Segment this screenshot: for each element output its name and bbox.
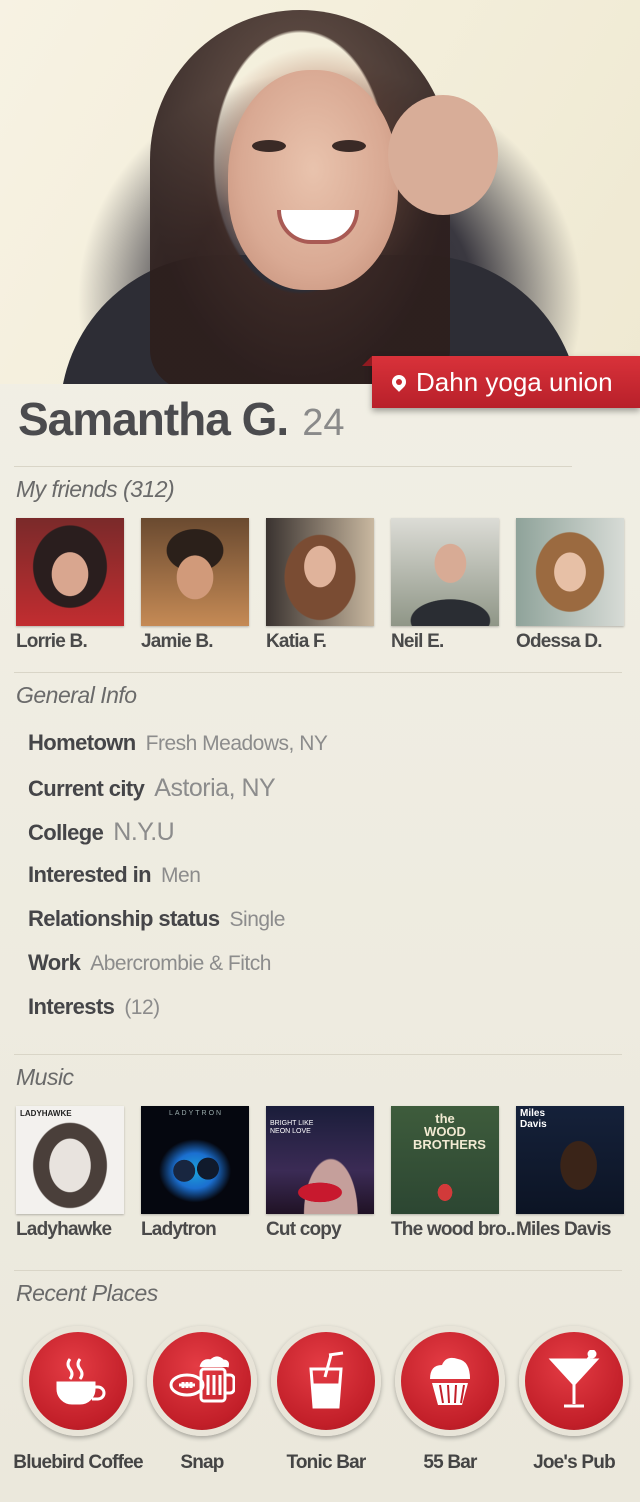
current-place-badge[interactable]: Dahn yoga union xyxy=(362,356,640,408)
beer-football-icon xyxy=(147,1326,257,1436)
info-value: Single xyxy=(229,908,286,931)
divider xyxy=(14,466,572,467)
music-list: LADYHAWKE Ladyhawke LADYTRON Ladytron BR… xyxy=(16,1106,624,1241)
friend-avatar xyxy=(141,518,249,626)
recent-place-name: 55 Bar xyxy=(423,1452,477,1473)
recent-places-list: Bluebird Coffee Snap Tonic Bar 55 Bar Jo… xyxy=(13,1326,636,1474)
info-key: Current city xyxy=(28,776,145,801)
recent-place-name: Joe's Pub xyxy=(533,1452,616,1473)
profile-header: Samantha G. 24 xyxy=(18,392,344,446)
album-cover-text: LADYTRON xyxy=(169,1110,224,1117)
location-pin-icon xyxy=(389,372,409,392)
coffee-cup-icon xyxy=(23,1326,133,1436)
recent-place-item[interactable]: Bluebird Coffee xyxy=(13,1326,144,1474)
profile-name: Samantha G. xyxy=(18,393,289,445)
music-section-title: Music xyxy=(16,1064,74,1090)
music-item[interactable]: BRIGHT LIKE NEON LOVE Cut copy xyxy=(266,1106,374,1241)
recent-place-name: Snap xyxy=(180,1452,224,1473)
music-item[interactable]: LADYHAWKE Ladyhawke xyxy=(16,1106,124,1241)
recent-place-item[interactable]: Joe's Pub xyxy=(512,1326,636,1474)
friend-name: Katia F. xyxy=(266,631,327,652)
divider xyxy=(14,672,622,673)
martini-icon xyxy=(519,1326,629,1436)
info-key: Relationship status xyxy=(28,906,220,931)
friends-section-title[interactable]: My friends (312) xyxy=(16,476,175,503)
current-place-label: Dahn yoga union xyxy=(416,366,613,397)
info-row-hometown: Hometown Fresh Meadows, NY xyxy=(28,730,328,774)
recent-place-item[interactable]: Tonic Bar xyxy=(264,1326,388,1474)
album-cover-text: Miles Davis xyxy=(520,1108,547,1130)
friend-item[interactable]: Katia F. xyxy=(266,518,374,653)
info-key: Hometown xyxy=(28,730,136,755)
friend-item[interactable]: Lorrie B. xyxy=(16,518,124,653)
info-value: Fresh Meadows, NY xyxy=(145,732,328,755)
recent-places-title: Recent Places xyxy=(16,1280,158,1306)
album-cover: Miles Davis xyxy=(516,1106,624,1214)
info-row-work: Work Abercrombie & Fitch xyxy=(28,950,327,994)
music-name: The wood bro.. xyxy=(391,1219,516,1240)
music-name: Ladyhawke xyxy=(16,1219,112,1240)
friends-list: Lorrie B. Jamie B. Katia F. Neil E. Odes… xyxy=(16,518,624,653)
profile-age: 24 xyxy=(302,402,345,444)
album-cover: BRIGHT LIKE NEON LOVE xyxy=(266,1106,374,1214)
info-row-college: College N.Y.U xyxy=(28,818,327,862)
info-value: Astoria, NY xyxy=(154,774,276,802)
friend-name: Odessa D. xyxy=(516,631,603,652)
divider xyxy=(14,1054,622,1055)
info-key: Work xyxy=(28,950,81,975)
friend-avatar xyxy=(16,518,124,626)
info-key: College xyxy=(28,820,104,845)
music-item[interactable]: LADYTRON Ladytron xyxy=(141,1106,249,1241)
recent-place-item[interactable]: Snap xyxy=(140,1326,264,1474)
friend-item[interactable]: Neil E. xyxy=(391,518,499,653)
recent-place-name: Tonic Bar xyxy=(286,1452,366,1473)
music-name: Ladytron xyxy=(141,1219,217,1240)
friend-avatar xyxy=(266,518,374,626)
info-value: Abercrombie & Fitch xyxy=(90,952,271,975)
info-row-interested-in: Interested in Men xyxy=(28,862,327,906)
album-cover: LADYHAWKE xyxy=(16,1106,124,1214)
profile-page: Dahn yoga union Samantha G. 24 My friend… xyxy=(0,0,640,1502)
album-cover-text: the WOOD BROTHERS xyxy=(413,1111,486,1152)
album-cover-text: BRIGHT LIKE NEON LOVE xyxy=(270,1120,314,1135)
info-value: N.Y.U xyxy=(113,818,175,846)
info-value: (12) xyxy=(124,996,160,1019)
friend-avatar xyxy=(391,518,499,626)
info-key: Interests xyxy=(28,994,115,1019)
info-row-interests[interactable]: Interests (12) xyxy=(28,994,327,1038)
profile-photo[interactable] xyxy=(0,0,640,384)
music-name: Miles Davis xyxy=(516,1219,612,1240)
music-item[interactable]: the WOOD BROTHERS The wood bro.. xyxy=(391,1106,516,1241)
album-cover: LADYTRON xyxy=(141,1106,249,1214)
friend-item[interactable]: Odessa D. xyxy=(516,518,624,653)
album-cover-text: LADYHAWKE xyxy=(20,1109,72,1118)
friend-name: Lorrie B. xyxy=(16,631,88,652)
music-item[interactable]: Miles Davis Miles Davis xyxy=(516,1106,624,1241)
divider xyxy=(14,1270,622,1271)
soda-glass-icon xyxy=(271,1326,381,1436)
cupcake-icon xyxy=(395,1326,505,1436)
general-info-list: Hometown Fresh Meadows, NY Current city … xyxy=(28,730,328,1038)
friend-name: Jamie B. xyxy=(141,631,214,652)
album-cover: the WOOD BROTHERS xyxy=(391,1106,499,1214)
friend-name: Neil E. xyxy=(391,631,444,652)
friend-avatar xyxy=(516,518,624,626)
general-info-title: General Info xyxy=(16,682,137,708)
recent-place-name: Bluebird Coffee xyxy=(13,1452,143,1473)
info-value: Men xyxy=(161,864,201,887)
info-key: Interested in xyxy=(28,862,152,887)
music-name: Cut copy xyxy=(266,1219,342,1240)
friend-item[interactable]: Jamie B. xyxy=(141,518,249,653)
info-row-relationship: Relationship status Single xyxy=(28,906,327,950)
recent-place-item[interactable]: 55 Bar xyxy=(388,1326,512,1474)
info-row-current-city: Current city Astoria, NY xyxy=(28,774,327,818)
